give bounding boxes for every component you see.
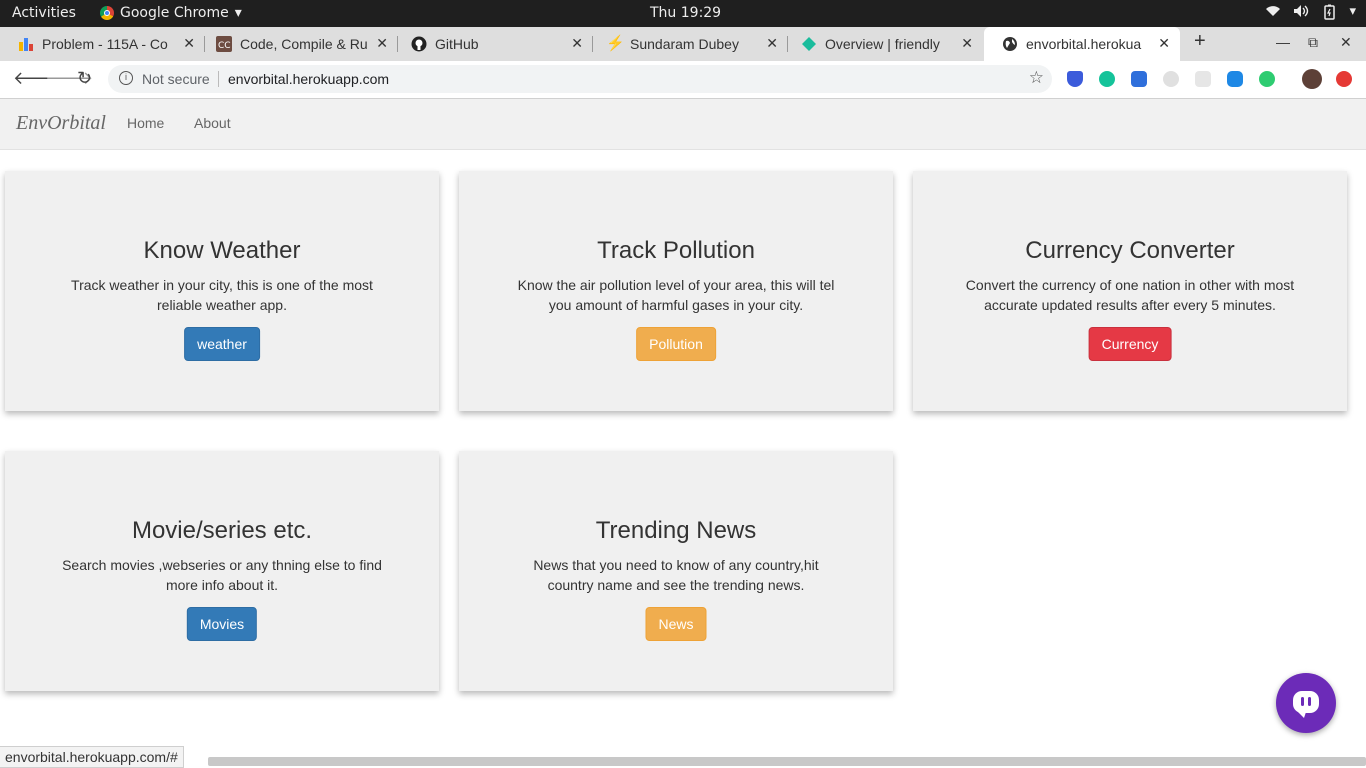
tab-title: GitHub bbox=[435, 36, 479, 52]
shield-extension-icon[interactable] bbox=[1067, 71, 1083, 87]
globe-icon bbox=[1003, 37, 1017, 51]
os-top-bar: Activities Google Chrome ▾ Thu 19:29 ▾ bbox=[0, 0, 1366, 27]
window-close-icon[interactable]: ✕ bbox=[1340, 34, 1352, 51]
profile-avatar[interactable] bbox=[1302, 69, 1322, 89]
diamond-icon bbox=[802, 37, 816, 51]
tab-overview[interactable]: Overview | friendly ✕ bbox=[783, 27, 983, 61]
security-label[interactable]: Not secure bbox=[142, 71, 210, 87]
card-title: Track Pollution bbox=[597, 237, 755, 264]
tab-title: Sundaram Dubey bbox=[630, 36, 739, 52]
card-description: Search movies ,webseries or any thning e… bbox=[62, 557, 382, 593]
card-currency: Currency Converter Convert the currency … bbox=[913, 171, 1347, 411]
card-title: Know Weather bbox=[143, 237, 301, 264]
chrome-icon bbox=[100, 6, 114, 20]
browser-toolbar: 🡐 🡒 ↻ i Not secure envorbital.herokuapp.… bbox=[0, 61, 1366, 99]
nav-home[interactable]: Home bbox=[127, 115, 164, 131]
card-description: Convert the currency of one nation in ot… bbox=[965, 277, 1295, 313]
activities-button[interactable]: Activities bbox=[12, 5, 76, 21]
clock[interactable]: Thu 19:29 bbox=[650, 5, 721, 21]
tab-envorbital[interactable]: envorbital.herokua ✕ bbox=[984, 27, 1180, 61]
card-title: Currency Converter bbox=[1025, 237, 1235, 264]
tab-strip: Problem - 115A - Co ✕ CC Code, Compile &… bbox=[0, 27, 1366, 61]
pollution-button[interactable]: Pollution bbox=[636, 327, 716, 361]
tab-title: envorbital.herokua bbox=[1026, 36, 1142, 52]
volume-icon bbox=[1293, 4, 1309, 24]
svg-text:CC: CC bbox=[218, 41, 231, 51]
tab-title: Overview | friendly bbox=[825, 36, 940, 52]
news-button[interactable]: News bbox=[645, 607, 707, 641]
address-bar[interactable]: i Not secure envorbital.herokuapp.com ☆ bbox=[108, 65, 1052, 93]
bookmark-star-icon[interactable]: ☆ bbox=[1029, 68, 1044, 88]
minimize-icon[interactable]: — bbox=[1276, 34, 1290, 50]
close-icon[interactable]: ✕ bbox=[571, 35, 583, 52]
reload-icon[interactable]: ↻ bbox=[77, 68, 92, 89]
card-pollution: Track Pollution Know the air pollution l… bbox=[459, 171, 893, 411]
movies-button[interactable]: Movies bbox=[186, 607, 258, 641]
close-icon[interactable]: ✕ bbox=[183, 35, 195, 52]
restore-icon[interactable]: ⧉ bbox=[1308, 34, 1318, 51]
tab-code-compile[interactable]: CC Code, Compile & Ru ✕ bbox=[198, 27, 398, 61]
wifi-icon bbox=[1265, 4, 1281, 24]
battery-icon bbox=[1321, 4, 1337, 24]
timer-extension-icon[interactable] bbox=[1163, 71, 1179, 87]
info-icon[interactable]: i bbox=[119, 71, 133, 85]
tab-title: Code, Compile & Ru bbox=[240, 36, 368, 52]
card-news: Trending News News that you need to know… bbox=[459, 451, 893, 691]
card-title: Trending News bbox=[595, 517, 757, 544]
close-icon[interactable]: ✕ bbox=[766, 35, 778, 52]
lightning-icon: ⚡ bbox=[606, 35, 625, 52]
chat-bubble-icon bbox=[1293, 691, 1319, 718]
card-description: Track weather in your city, this is one … bbox=[71, 277, 373, 313]
power-menu-caret-icon: ▾ bbox=[1349, 4, 1356, 19]
close-icon[interactable]: ✕ bbox=[1158, 35, 1170, 52]
url-text[interactable]: envorbital.herokuapp.com bbox=[228, 71, 389, 87]
card-movies: Movie/series etc. Search movies ,webseri… bbox=[5, 451, 439, 691]
card-description: Know the air pollution level of your are… bbox=[517, 277, 835, 313]
divider bbox=[218, 71, 219, 87]
tab-problem[interactable]: Problem - 115A - Co ✕ bbox=[0, 27, 205, 61]
screenshot-extension-icon[interactable] bbox=[1195, 71, 1211, 87]
close-icon[interactable]: ✕ bbox=[376, 35, 388, 52]
status-bar-url: envorbital.herokuapp.com/# bbox=[0, 746, 184, 768]
close-icon[interactable]: ✕ bbox=[961, 35, 973, 52]
github-icon bbox=[411, 36, 427, 52]
cc-icon: CC bbox=[216, 36, 232, 52]
cube-extension-icon[interactable] bbox=[1227, 71, 1243, 87]
system-tray[interactable]: ▾ bbox=[1265, 4, 1356, 24]
update-icon[interactable] bbox=[1336, 71, 1352, 87]
app-menu[interactable]: Google Chrome ▾ bbox=[100, 5, 242, 21]
grammarly-icon[interactable] bbox=[1099, 71, 1115, 87]
bar-chart-icon bbox=[19, 38, 33, 51]
tab-title: Problem - 115A - Co bbox=[42, 36, 168, 52]
horizontal-scrollbar[interactable] bbox=[208, 757, 1366, 766]
new-tab-icon[interactable]: + bbox=[1194, 30, 1206, 53]
caret-down-icon: ▾ bbox=[234, 5, 242, 21]
m-extension-icon[interactable] bbox=[1259, 71, 1275, 87]
currency-button[interactable]: Currency bbox=[1088, 327, 1172, 361]
app-menu-label: Google Chrome bbox=[120, 5, 229, 21]
chat-widget-button[interactable] bbox=[1276, 673, 1336, 733]
card-weather: Know Weather Track weather in your city,… bbox=[5, 171, 439, 411]
site-navbar: EnvOrbital Home About bbox=[0, 99, 1366, 150]
card-title: Movie/series etc. bbox=[131, 517, 313, 544]
weather-button[interactable]: weather bbox=[184, 327, 260, 361]
tab-sundaram[interactable]: ⚡ Sundaram Dubey ✕ bbox=[588, 27, 788, 61]
card-description: News that you need to know of any countr… bbox=[533, 557, 819, 593]
table-extension-icon[interactable] bbox=[1131, 71, 1147, 87]
nav-about[interactable]: About bbox=[194, 115, 231, 131]
tab-github[interactable]: GitHub ✕ bbox=[393, 27, 593, 61]
brand-logo[interactable]: EnvOrbital bbox=[16, 112, 106, 135]
